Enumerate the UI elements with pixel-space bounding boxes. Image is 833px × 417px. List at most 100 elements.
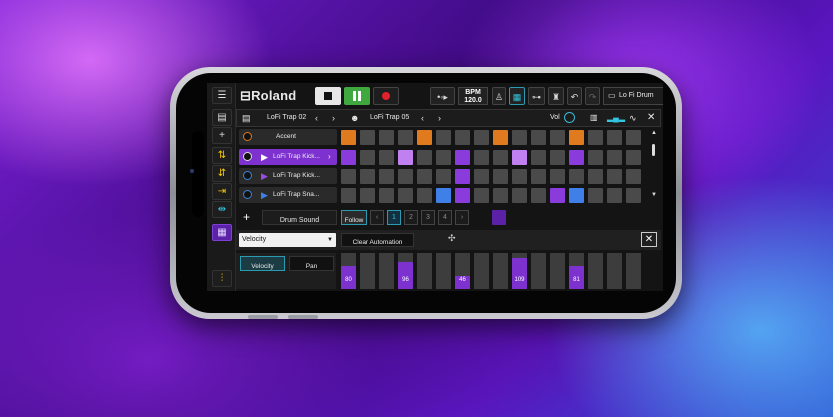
scroll-down-icon[interactable]: ▼ xyxy=(651,192,657,198)
add-track-icon[interactable]: + xyxy=(243,210,250,225)
close-icon[interactable]: ✕ xyxy=(647,110,655,126)
velocity-step[interactable] xyxy=(379,253,394,289)
step-cell[interactable] xyxy=(493,130,508,145)
step-cell[interactable] xyxy=(626,169,641,184)
step-cell[interactable] xyxy=(360,130,375,145)
pattern-b-name[interactable]: LoFi Trap 05 xyxy=(370,110,409,126)
track-snare[interactable]: ▶ LoFi Trap Sna... xyxy=(239,187,337,203)
step-cell[interactable] xyxy=(360,150,375,165)
step-cell[interactable] xyxy=(493,169,508,184)
prev-pattern-b-icon[interactable]: ‹ xyxy=(421,110,424,126)
velocity-step[interactable]: 80 xyxy=(341,253,356,289)
step-cell[interactable] xyxy=(474,169,489,184)
chevron-right-icon[interactable]: › xyxy=(328,149,331,165)
page-4-button[interactable]: 4 xyxy=(438,210,452,225)
prev-pattern-a-icon[interactable]: ‹ xyxy=(315,110,318,126)
kit-icon[interactable]: ♜ xyxy=(548,87,564,105)
play-icon[interactable]: ▶ xyxy=(261,187,268,203)
tap-tempo-button[interactable]: •◦▸ xyxy=(430,87,455,105)
pattern-a-name[interactable]: LoFi Trap 02 xyxy=(267,110,306,126)
step-cell[interactable] xyxy=(474,130,489,145)
step-cell[interactable] xyxy=(512,169,527,184)
velocity-step[interactable] xyxy=(550,253,565,289)
redo-icon[interactable]: ↷ xyxy=(585,87,600,105)
step-cell[interactable] xyxy=(588,169,603,184)
step-cell[interactable] xyxy=(455,169,470,184)
step-cell[interactable] xyxy=(607,150,622,165)
step-cell[interactable] xyxy=(588,130,603,145)
grid-icon[interactable]: ▦ xyxy=(509,87,525,105)
grid-view-icon[interactable]: ▦ xyxy=(212,224,232,241)
track-knob[interactable] xyxy=(243,152,252,161)
step-cell[interactable] xyxy=(455,130,470,145)
close-automation-icon[interactable]: ✕ xyxy=(641,232,657,247)
step-cell[interactable] xyxy=(398,169,413,184)
velocity-step[interactable] xyxy=(360,253,375,289)
menu-icon[interactable]: ☰ xyxy=(212,87,232,104)
pattern-list-icon[interactable]: ▤ xyxy=(212,109,232,126)
velocity-step[interactable]: 109 xyxy=(512,253,527,289)
clear-automation-button[interactable]: Clear Automation xyxy=(341,233,414,247)
step-cell[interactable] xyxy=(512,188,527,203)
step-cell[interactable] xyxy=(474,188,489,203)
step-cell[interactable] xyxy=(436,130,451,145)
velocity-step[interactable] xyxy=(531,253,546,289)
pattern-list-icon[interactable]: ▤ xyxy=(242,110,251,126)
track-knob[interactable] xyxy=(243,171,252,180)
play-icon[interactable]: ▶ xyxy=(261,168,268,184)
step-cell[interactable] xyxy=(550,130,565,145)
step-cell[interactable] xyxy=(493,188,508,203)
step-cell[interactable] xyxy=(417,130,432,145)
step-cell[interactable] xyxy=(436,188,451,203)
play-button[interactable] xyxy=(344,87,370,105)
step-cell[interactable] xyxy=(436,169,451,184)
step-cell[interactable] xyxy=(360,169,375,184)
step-cell[interactable] xyxy=(550,169,565,184)
step-cell[interactable] xyxy=(455,150,470,165)
step-cell[interactable] xyxy=(588,188,603,203)
track-accent[interactable]: Accent xyxy=(239,129,337,145)
step-cell[interactable] xyxy=(531,130,546,145)
velocity-step[interactable]: 46 xyxy=(455,253,470,289)
step-cell[interactable] xyxy=(626,130,641,145)
step-cell[interactable] xyxy=(341,150,356,165)
scroll-thumb[interactable] xyxy=(652,144,655,156)
page-2-button[interactable]: 2 xyxy=(404,210,418,225)
pattern-color-swatch[interactable] xyxy=(492,210,506,225)
step-cell[interactable] xyxy=(417,150,432,165)
export-icon[interactable]: ⇥ xyxy=(212,183,232,200)
faders-icon[interactable]: ⫶ xyxy=(212,270,232,287)
step-cell[interactable] xyxy=(474,150,489,165)
step-cell[interactable] xyxy=(379,150,394,165)
velocity-step[interactable] xyxy=(626,253,641,289)
step-cell[interactable] xyxy=(493,150,508,165)
step-cell[interactable] xyxy=(531,150,546,165)
velocity-step[interactable] xyxy=(474,253,489,289)
step-cell[interactable] xyxy=(341,169,356,184)
velocity-step[interactable] xyxy=(493,253,508,289)
next-pattern-b-icon[interactable]: › xyxy=(438,110,441,126)
track-scrollbar[interactable]: ▲ ▼ xyxy=(649,130,659,202)
prev-page-icon[interactable]: ‹ xyxy=(370,210,384,225)
drag-handle-icon[interactable]: ✣ xyxy=(448,233,456,244)
step-cell[interactable] xyxy=(588,150,603,165)
step-cell[interactable] xyxy=(398,130,413,145)
step-cell[interactable] xyxy=(607,188,622,203)
step-cell[interactable] xyxy=(398,188,413,203)
step-cell[interactable] xyxy=(569,150,584,165)
step-cell[interactable] xyxy=(512,150,527,165)
step-cell[interactable] xyxy=(455,188,470,203)
level-icon[interactable]: ▂▄▂ xyxy=(607,110,625,126)
page-1-button[interactable]: 1 xyxy=(387,210,401,225)
step-cell[interactable] xyxy=(436,150,451,165)
next-pattern-a-icon[interactable]: › xyxy=(332,110,335,126)
split-icon[interactable]: ⇹ xyxy=(212,201,232,218)
track-knob[interactable] xyxy=(243,190,252,199)
kit-selector[interactable]: ▭ Lo Fi Drum xyxy=(603,87,663,105)
follow-button[interactable]: Follow xyxy=(341,210,367,225)
bpm-display[interactable]: BPM 120.0 xyxy=(458,87,488,105)
accent-knob[interactable] xyxy=(243,132,252,141)
step-cell[interactable] xyxy=(341,188,356,203)
velocity-step[interactable] xyxy=(417,253,432,289)
mixer-icon[interactable]: ⇅ xyxy=(212,147,232,164)
